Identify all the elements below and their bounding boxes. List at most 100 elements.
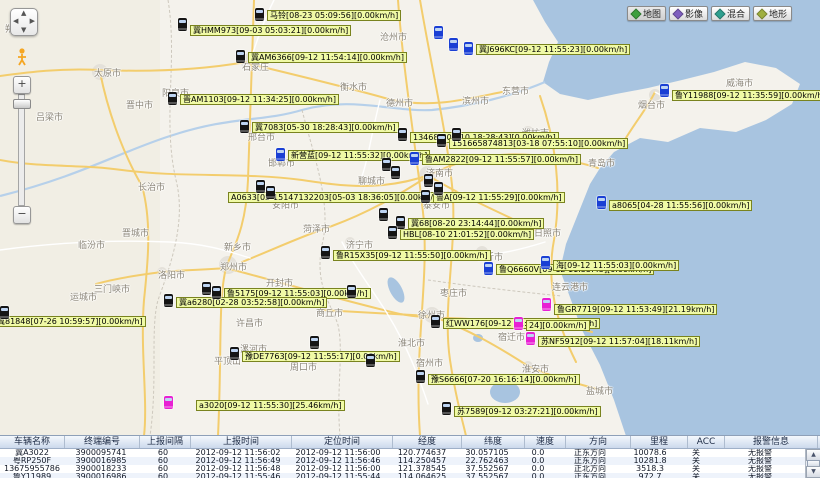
vehicle-truck-icon[interactable] [164,396,173,409]
vehicle-label[interactable]: 鲁AM2822[09-12 11:55:57][0.00km/h] [422,154,581,165]
vehicle-truck-icon[interactable] [255,8,264,21]
map-type-button[interactable]: 混合 [711,6,750,21]
column-header[interactable]: 里程 [631,436,688,448]
pan-control[interactable]: ▲ ▼ ◀ ▶ [10,8,38,36]
vehicle-truck-icon[interactable] [178,18,187,31]
column-header[interactable]: 报警信息 [725,436,818,448]
table-row[interactable]: 136759557863900018233602012-09-12 11:56:… [0,465,806,473]
vehicle-label[interactable]: 鲁R15X35[09-12 11:55:50][0.00km/h] [333,250,491,261]
map-viewport[interactable]: 朔州市阳泉市吕梁市太原市晋中市临汾市运城市长治市晋城市三门峡市洛阳市郑州市开封市… [0,0,820,436]
vehicle-truck-icon[interactable] [437,134,446,147]
vehicle-truck-icon[interactable] [526,332,535,345]
vehicle-truck-icon[interactable] [388,226,397,239]
vehicle-truck-icon[interactable] [212,286,221,299]
vehicle-label[interactable]: A0633[05-15147132203[05-03 18:36:05][0.0… [228,192,444,203]
vehicle-truck-icon[interactable] [449,38,458,51]
column-header[interactable]: ACC [688,436,725,448]
vehicle-truck-icon[interactable] [379,208,388,221]
column-header[interactable]: 终端编号 [65,436,140,448]
vehicle-label[interactable]: 冀81848[07-26 10:59:57][0.00km/h] [0,316,146,327]
pan-down-icon[interactable]: ▼ [21,27,26,34]
pan-left-icon[interactable]: ◀ [13,18,18,25]
vehicle-label[interactable]: 鲁A[09-12 11:55:29][0.00km/h] [433,192,565,203]
vehicle-truck-icon[interactable] [434,182,443,195]
vehicle-label[interactable]: a3020[09-12 11:55:30][25.46km/h] [196,400,345,411]
vehicle-truck-icon[interactable] [0,306,9,319]
vehicle-truck-icon[interactable] [321,246,330,259]
vehicle-label[interactable]: a8065[04-28 11:55:56][0.00km/h] [609,200,752,211]
vehicle-truck-icon[interactable] [347,285,356,298]
zoom-slider[interactable] [13,99,31,109]
vehicle-truck-icon[interactable] [276,148,285,161]
vehicle-label[interactable]: 新营蓝[09-12 11:55:32][0.00km/h] [288,150,430,161]
vehicle-truck-icon[interactable] [434,26,443,39]
column-header[interactable]: 速度 [525,436,566,448]
vehicle-truck-icon[interactable] [230,347,239,360]
vehicle-label[interactable]: 冀HMM973[09-03 05:03:21][0.00km/h] [190,25,351,36]
vehicle-truck-icon[interactable] [164,294,173,307]
vehicle-truck-icon[interactable] [256,180,265,193]
column-header[interactable]: 定位时间 [292,436,393,448]
vehicle-truck-icon[interactable] [424,174,433,187]
vehicle-truck-icon[interactable] [541,256,550,269]
vehicle-label[interactable]: 冀AM6366[09-12 11:54:14][0.00km/h] [248,52,407,63]
vehicle-truck-icon[interactable] [396,216,405,229]
column-header[interactable]: 经度 [393,436,462,448]
map-type-button[interactable]: 地图 [627,6,666,21]
vehicle-label[interactable]: 晋AM1103[09-12 11:34:25][0.00km/h] [180,94,339,105]
table-row[interactable]: 粤RP250F3900016985602012-09-12 11:56:4920… [0,457,806,465]
vehicle-label[interactable]: 冀J696KC[09-12 11:55:23][0.00km/h] [476,44,630,55]
vehicle-truck-icon[interactable] [168,92,177,105]
vehicle-truck-icon[interactable] [484,262,493,275]
vehicle-label[interactable]: 马铃[08-23 05:09:56][0.00km/h] [267,10,401,21]
vehicle-truck-icon[interactable] [202,282,211,295]
vehicle-truck-icon[interactable] [266,186,275,199]
vehicle-truck-icon[interactable] [452,128,461,141]
vehicle-label[interactable]: 苏NF5912[09-12 11:57:04][18.11km/h] [538,336,700,347]
vehicle-truck-icon[interactable] [398,128,407,141]
vehicle-label[interactable]: 苏7589[09-12 03:27:21][0.00km/h] [454,406,601,417]
column-header[interactable]: 纬度 [462,436,525,448]
vehicle-label[interactable]: 鲁GR7719[09-12 11:53:49][21.19km/h] [554,304,717,315]
vehicle-truck-icon[interactable] [464,42,473,55]
zoom-track[interactable] [18,94,25,206]
vehicle-label[interactable]: 冀68[08-20 23:14:44][0.00km/h] [408,218,544,229]
table-row[interactable]: 冀A30223900095741602012-09-12 11:56:02201… [0,449,806,457]
map-type-button[interactable]: 地形 [753,6,792,21]
vehicle-label[interactable]: 海[09-12 11:55:03][0.00km/h] [553,260,679,271]
column-header[interactable]: 方向 [566,436,631,448]
vehicle-truck-icon[interactable] [421,190,430,203]
vehicle-label[interactable]: 豫DE7763[09-12 11:55:17][0.00km/h] [242,351,400,362]
vehicle-truck-icon[interactable] [240,120,249,133]
vehicle-label[interactable]: 冀a6280[02-28 03:52:58][0.00km/h] [176,297,327,308]
vehicle-truck-icon[interactable] [382,158,391,171]
vehicle-truck-icon[interactable] [236,50,245,63]
vehicle-truck-icon[interactable] [416,370,425,383]
vehicle-truck-icon[interactable] [366,354,375,367]
vehicle-truck-icon[interactable] [514,317,523,330]
vehicle-truck-icon[interactable] [391,166,400,179]
pan-up-icon[interactable]: ▲ [21,10,26,17]
pan-right-icon[interactable]: ▶ [30,18,35,25]
table-row[interactable]: 鲁Y119893900016986602012-09-12 11:55:4620… [0,473,806,478]
table-scrollbar[interactable]: ▲ ▼ [805,449,820,478]
vehicle-truck-icon[interactable] [660,84,669,97]
pegman-icon[interactable] [17,48,27,70]
vehicle-truck-icon[interactable] [310,336,319,349]
vehicle-label[interactable]: 151665874813[03-18 07:55:10][0.00km/h] [449,138,628,149]
vehicle-label[interactable]: 鲁Y11988[09-12 11:35:59][0.00km/h] [672,90,820,101]
zoom-out-button[interactable]: − [13,206,31,224]
column-header[interactable]: 上报时间 [191,436,292,448]
map-type-button[interactable]: 影像 [669,6,708,21]
vehicle-label[interactable]: 24][0.00km/h] [526,320,590,331]
vehicle-truck-icon[interactable] [410,152,419,165]
vehicle-label[interactable]: 冀7083[05-30 18:28:43][0.00km/h] [252,122,399,133]
column-header[interactable]: 车辆名称 [0,436,65,448]
vehicle-truck-icon[interactable] [442,402,451,415]
scroll-down-icon[interactable]: ▼ [806,466,820,478]
zoom-in-button[interactable]: + [13,76,31,94]
vehicle-label[interactable]: 豫S6666[07-20 16:16:14][0.00km/h] [428,374,580,385]
vehicle-truck-icon[interactable] [597,196,606,209]
vehicle-truck-icon[interactable] [431,315,440,328]
column-header[interactable]: 上报间隔 [140,436,191,448]
